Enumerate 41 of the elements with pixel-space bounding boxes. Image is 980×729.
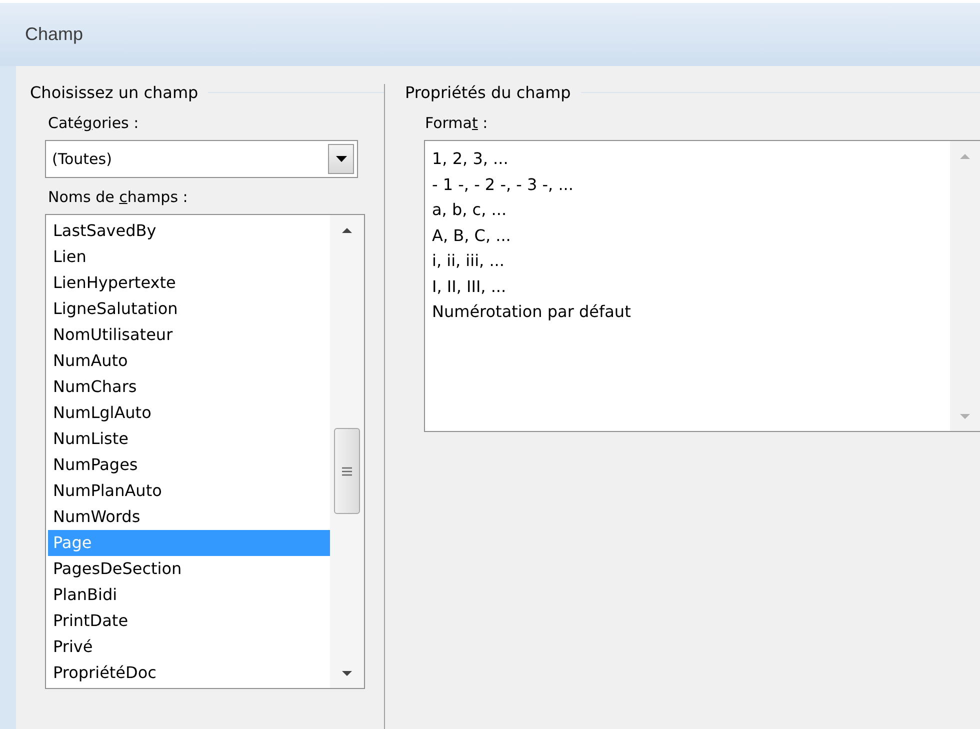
list-item[interactable]: NumListe (48, 426, 330, 452)
group-title: Choisissez un champ (30, 82, 198, 102)
list-item[interactable]: Lien (48, 244, 330, 270)
list-item[interactable]: LigneSalutation (48, 296, 330, 322)
list-item[interactable]: NumPages (48, 452, 330, 478)
list-item[interactable]: PrintDate (48, 608, 330, 634)
list-item[interactable]: NumAuto (48, 348, 330, 374)
list-item[interactable]: NumChars (48, 374, 330, 400)
list-item[interactable]: Privé (48, 634, 330, 660)
group-title: Propriétés du champ (405, 82, 571, 102)
list-item[interactable]: PropriétéDoc (48, 660, 330, 686)
list-item[interactable]: NumPlanAuto (48, 478, 330, 504)
list-item[interactable]: 1, 2, 3, ... (427, 146, 950, 172)
category-dropdown[interactable]: (Toutes) (45, 140, 358, 178)
list-box[interactable]: LastSavedBy Lien LienHypertexte LigneSalutation NomUtilisateur NumAuto NumChars NumLglAuto NumListe NumPages NumPlanAuto NumWords Page PagesDeSection PlanBidi PrintDate Privé PropriétéDoc (45, 214, 365, 689)
scroll-up-icon (341, 226, 353, 234)
list-item[interactable]: a, b, c, ... (427, 197, 950, 222)
field-label: Catégories : (48, 113, 140, 134)
list-item[interactable]: - 1 -, - 2 -, - 3 -, ... (427, 172, 950, 197)
list-item[interactable]: PagesDeSection (48, 556, 330, 582)
list-item[interactable]: LienHypertexte (48, 270, 330, 296)
field-label: Noms de champs : (48, 187, 189, 208)
list-item[interactable]: I, II, III, ... (427, 274, 950, 299)
field-label: Format : (425, 113, 489, 134)
list-item[interactable]: NumWords (48, 504, 330, 530)
list-item[interactable]: NumLglAuto (48, 400, 330, 426)
scrollbar[interactable] (950, 141, 980, 431)
list-item[interactable]: LastSavedBy (48, 218, 330, 244)
scroll-down-icon (341, 670, 353, 676)
list-item[interactable]: PlanBidi (48, 582, 330, 608)
list-item[interactable]: i, ii, iii, ... (427, 248, 950, 274)
scrollbar[interactable] (330, 215, 364, 688)
window-title: Champ (25, 24, 84, 45)
scroll-up-icon (959, 152, 971, 160)
list-item[interactable]: Numérotation par défaut (427, 299, 950, 324)
list-item[interactable]: A, B, C, ... (427, 222, 950, 248)
list-box[interactable]: 1, 2, 3, ... - 1 -, - 2 -, - 3 -, ... a, b, c, ... A, B, C, ... i, ii, iii, ... I, II, III, ... Numérotation par défaut (424, 140, 980, 432)
grip-icon (342, 466, 352, 476)
scroll-down-icon (959, 412, 971, 420)
list-item[interactable]: NomUtilisateur (48, 322, 330, 348)
dropdown-arrow-icon (336, 156, 346, 162)
